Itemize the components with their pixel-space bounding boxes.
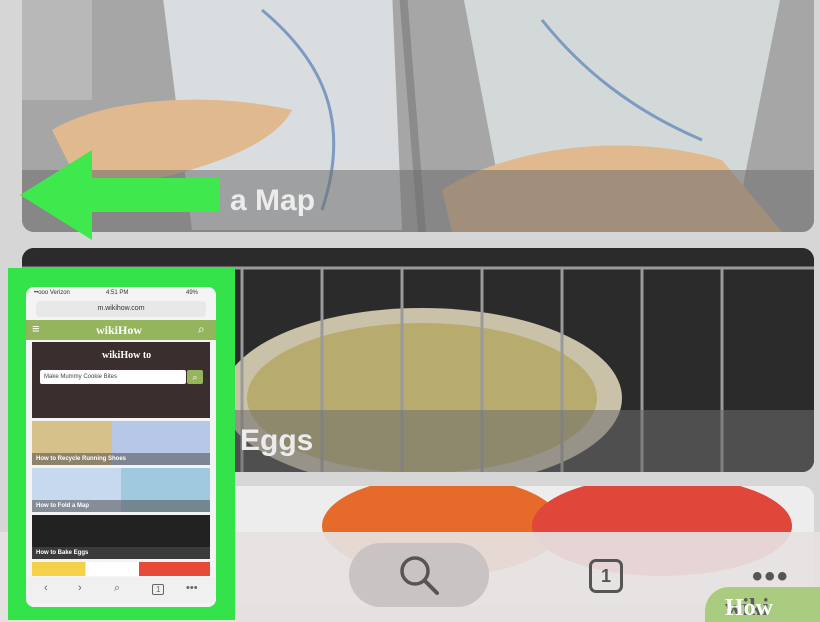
eggs-card-title: Eggs: [240, 424, 314, 457]
article-label: How to Recycle Running Shoes: [32, 453, 210, 465]
phone-screenshot[interactable]: ••ooo Verizon 4:51 PM 49% m.wikihow.com …: [26, 287, 216, 607]
status-battery: 49%: [186, 290, 199, 296]
article-label: How to Fold a Map: [32, 500, 210, 512]
phone-status-bar: ••ooo Verizon 4:51 PM 49%: [26, 287, 216, 299]
phone-search-input[interactable]: Make Mummy Cookie Bites: [40, 370, 186, 384]
phone-article-3[interactable]: How to Bake Eggs: [32, 515, 210, 559]
wikihow-logo: wikiHow: [96, 323, 143, 337]
phone-url-bar[interactable]: m.wikihow.com: [36, 301, 206, 317]
article-label: How to Bake Eggs: [32, 547, 210, 559]
phone-search-icon[interactable]: ⌕: [198, 322, 205, 337]
status-carrier: ••ooo Verizon: [34, 290, 70, 296]
back-icon[interactable]: ‹: [44, 582, 48, 594]
phone-bottom-nav: ‹ › ⌕ 1 •••: [26, 577, 216, 603]
search-icon: [400, 556, 439, 595]
search-button[interactable]: [349, 543, 489, 607]
left-arrow-icon: [20, 150, 220, 240]
screenshot-stage: a Map Eggs ›: [0, 0, 820, 622]
phone-hero: wikiHow to Make Mummy Cookie Bites ⌕: [32, 342, 210, 418]
phone-site-header: ≡ wikiHow ⌕: [26, 320, 216, 340]
wikihow-watermark: wiki How: [705, 587, 820, 622]
map-card-title: a Map: [230, 184, 316, 217]
tabs-button[interactable]: 1: [589, 559, 623, 593]
phone-tabs-icon[interactable]: 1: [152, 584, 165, 595]
phone-article-4[interactable]: [32, 562, 210, 576]
menu-icon[interactable]: ≡: [32, 321, 40, 336]
forward-icon[interactable]: ›: [78, 582, 82, 594]
status-time: 4:51 PM: [106, 290, 129, 296]
phone-article-1[interactable]: How to Recycle Running Shoes: [32, 421, 210, 465]
phone-article-2[interactable]: How to Fold a Map: [32, 468, 210, 512]
hero-title: wikiHow to: [102, 350, 152, 361]
phone-nav-search-icon[interactable]: ⌕: [114, 582, 120, 595]
phone-more-icon[interactable]: •••: [186, 582, 198, 594]
phone-search-button[interactable]: ⌕: [187, 370, 203, 384]
